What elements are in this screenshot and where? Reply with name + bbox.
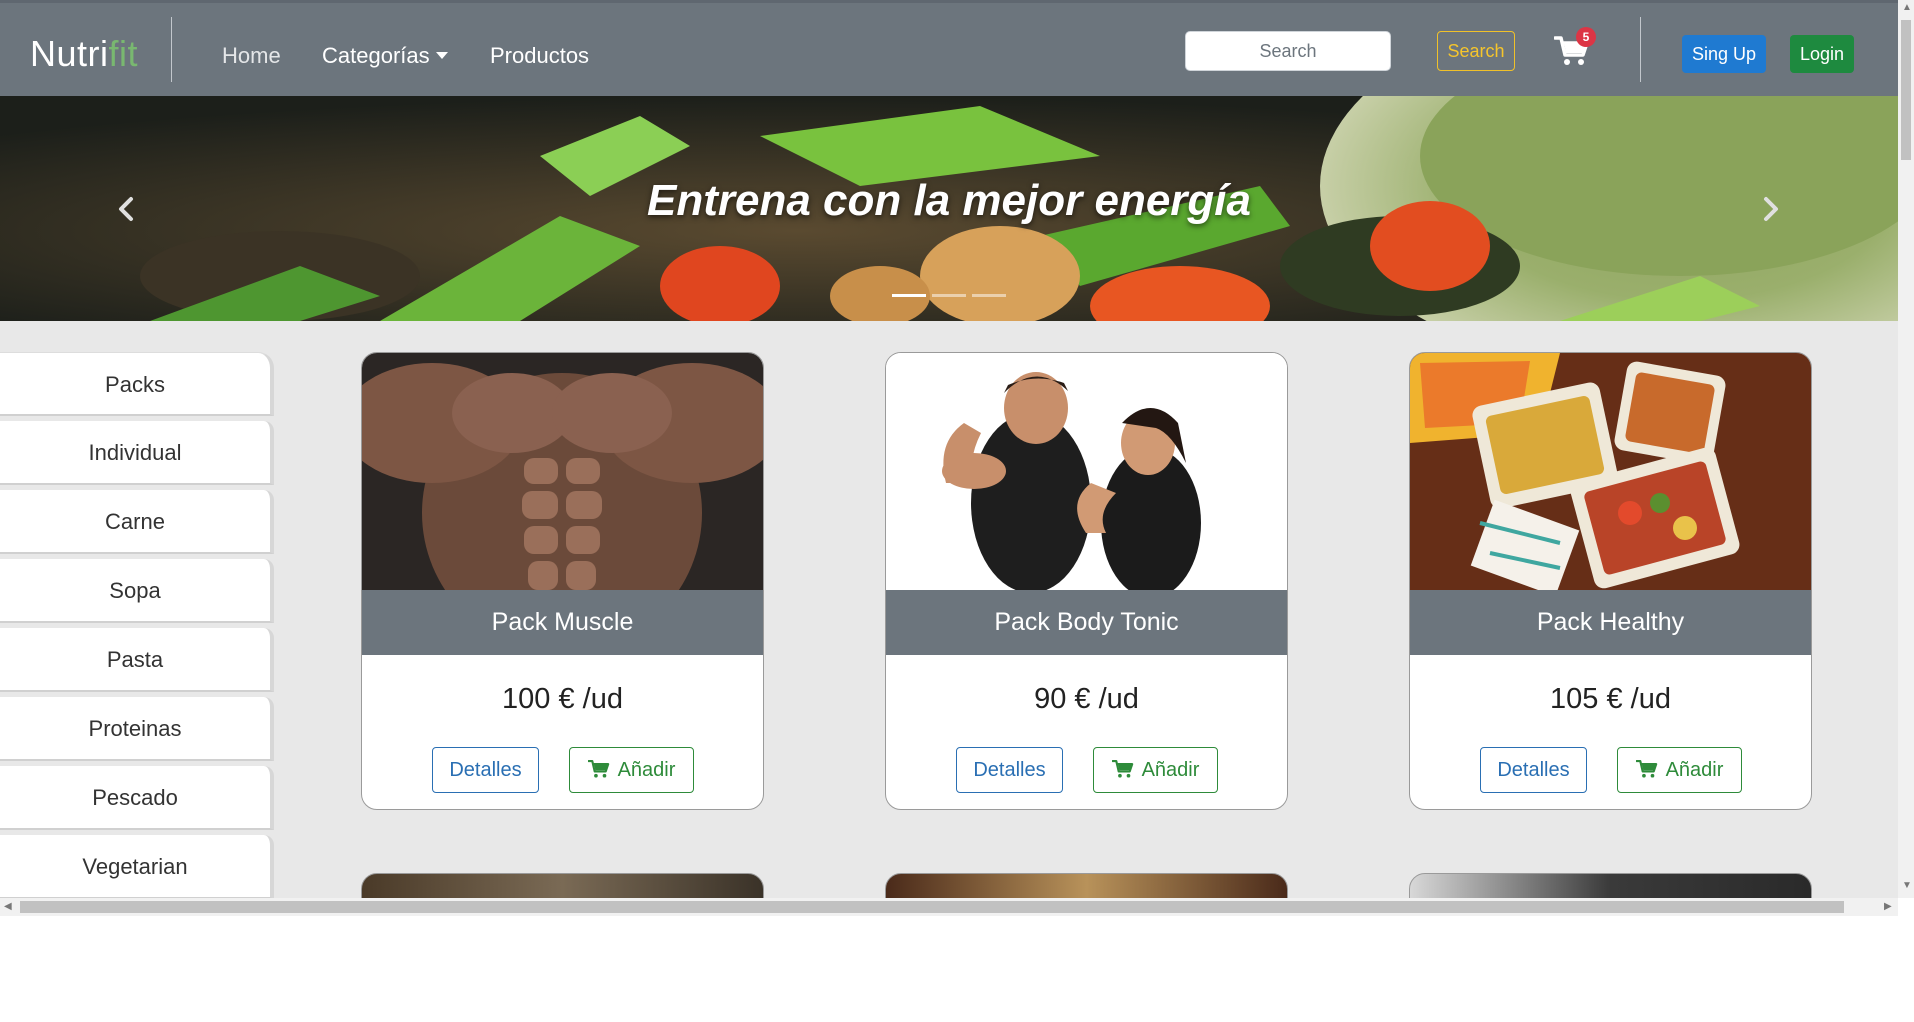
hero-title: Entrena con la mejor energía	[647, 176, 1251, 225]
cart-icon	[1635, 759, 1657, 778]
navbar-divider	[171, 17, 172, 82]
carousel-indicator[interactable]	[972, 294, 1006, 297]
carousel-indicators	[0, 284, 1898, 302]
category-sidebar: Packs Individual Carne Sopa Pasta Protei…	[0, 352, 274, 898]
horizontal-scroll-thumb[interactable]	[20, 901, 1844, 913]
details-button[interactable]: Detalles	[956, 747, 1063, 793]
product-card-partial[interactable]	[361, 873, 764, 898]
sidebar-item-pasta[interactable]: Pasta	[0, 628, 274, 692]
add-to-cart-button[interactable]: Añadir	[1617, 747, 1742, 793]
vertical-scrollbar[interactable]: ▲ ▼	[1898, 0, 1914, 898]
search-input[interactable]	[1185, 31, 1391, 71]
product-card: Pack Muscle 100 € /ud Detalles Añadir	[361, 352, 764, 810]
nav-categories-dropdown[interactable]: Categorías	[322, 43, 448, 69]
brand-logo[interactable]: Nutrifit	[30, 33, 138, 75]
product-name: Pack Muscle	[362, 590, 763, 655]
product-card-partial[interactable]	[885, 873, 1288, 898]
product-price: 105 € /ud	[1550, 683, 1671, 715]
brand-accent: fit	[108, 33, 139, 74]
top-navbar: Nutrifit Home Categorías Productos Searc…	[0, 0, 1898, 96]
carousel-indicator[interactable]	[932, 294, 966, 297]
add-label: Añadir	[617, 758, 676, 781]
navbar-divider-right	[1640, 17, 1641, 82]
carousel-prev-icon[interactable]	[112, 194, 142, 224]
sidebar-item-pescado[interactable]: Pescado	[0, 766, 274, 830]
details-button[interactable]: Detalles	[1480, 747, 1587, 793]
add-label: Añadir	[1141, 758, 1200, 781]
product-name: Pack Healthy	[1410, 590, 1811, 655]
product-name: Pack Body Tonic	[886, 590, 1287, 655]
add-to-cart-button[interactable]: Añadir	[1093, 747, 1218, 793]
product-card-partial[interactable]	[1409, 873, 1812, 898]
sidebar-item-carne[interactable]: Carne	[0, 490, 274, 554]
caret-down-icon	[435, 52, 448, 59]
add-to-cart-button[interactable]: Añadir	[569, 747, 694, 793]
product-price: 90 € /ud	[1034, 683, 1139, 715]
product-card: Pack Body Tonic 90 € /ud Detalles Añadir	[885, 352, 1288, 810]
vertical-scroll-thumb[interactable]	[1901, 20, 1911, 160]
nav-products-link[interactable]: Productos	[490, 43, 589, 69]
cart-icon	[1111, 759, 1133, 778]
page-viewport: Nutrifit Home Categorías Productos Searc…	[0, 0, 1898, 898]
sidebar-item-sopa[interactable]: Sopa	[0, 559, 274, 623]
brand-name: Nutri	[30, 33, 109, 74]
product-image[interactable]	[886, 353, 1287, 590]
scroll-left-icon[interactable]: ◀	[4, 901, 12, 912]
add-label: Añadir	[1665, 758, 1724, 781]
sidebar-item-packs[interactable]: Packs	[0, 352, 274, 416]
horizontal-scrollbar[interactable]: ◀ ▶	[0, 898, 1898, 916]
sidebar-item-vegetarian[interactable]: Vegetarian	[0, 835, 274, 898]
product-card: Pack Healthy 105 € /ud Detalles Añadir	[1409, 352, 1812, 810]
nav-categories-label: Categorías	[322, 43, 430, 68]
carousel-next-icon[interactable]	[1755, 194, 1785, 224]
details-button[interactable]: Detalles	[432, 747, 539, 793]
product-image[interactable]	[362, 353, 763, 590]
scroll-right-icon[interactable]: ▶	[1884, 901, 1892, 912]
sidebar-item-individual[interactable]: Individual	[0, 421, 274, 485]
carousel-indicator[interactable]	[892, 294, 926, 297]
scroll-down-icon[interactable]: ▼	[1902, 880, 1912, 891]
login-button[interactable]: Login	[1790, 35, 1854, 73]
scroll-up-icon[interactable]: ▲	[1902, 2, 1912, 13]
signup-button[interactable]: Sing Up	[1682, 35, 1766, 73]
search-button[interactable]: Search	[1437, 31, 1515, 71]
cart-icon	[587, 759, 609, 778]
product-image[interactable]	[1410, 353, 1811, 590]
sidebar-item-proteinas[interactable]: Proteinas	[0, 697, 274, 761]
nav-home-link[interactable]: Home	[222, 43, 281, 69]
cart-count-badge: 5	[1576, 27, 1596, 47]
hero-carousel: Entrena con la mejor energía	[0, 96, 1898, 321]
product-price: 100 € /ud	[502, 683, 623, 715]
